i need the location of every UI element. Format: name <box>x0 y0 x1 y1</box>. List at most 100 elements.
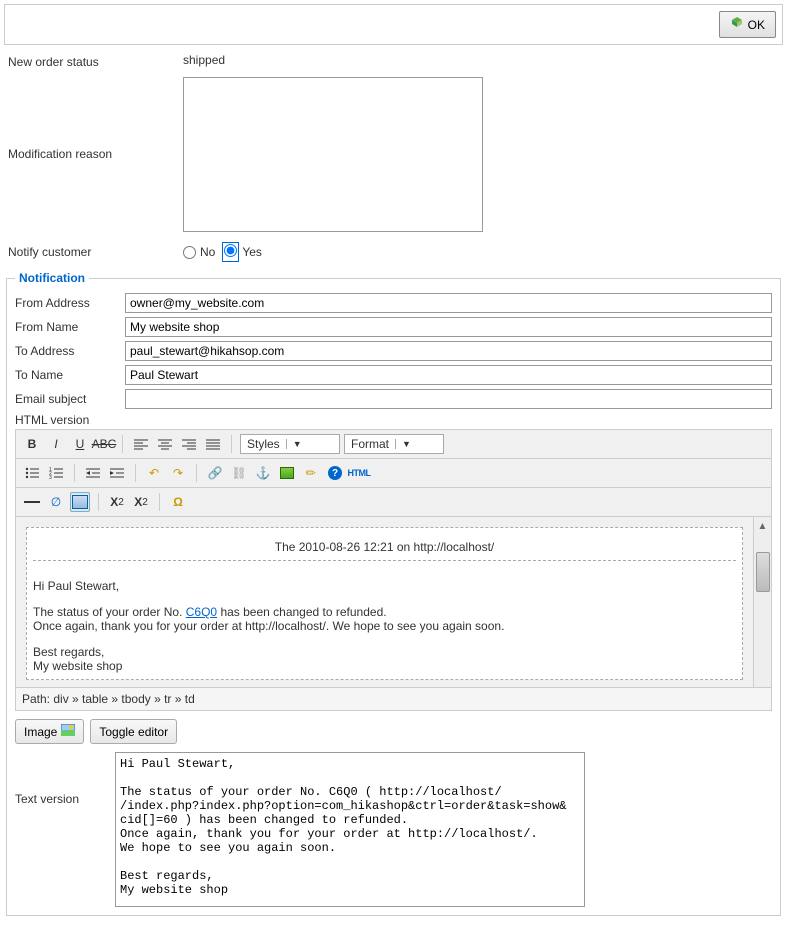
unlink-button[interactable]: ⛓ <box>229 463 249 483</box>
scroll-up-icon: ▲ <box>758 521 768 532</box>
horizontal-rule-button[interactable] <box>22 492 42 512</box>
label-from-name: From Name <box>15 320 125 334</box>
svg-text:3: 3 <box>49 475 52 479</box>
subscript-button[interactable]: X2 <box>107 492 127 512</box>
editor-toolbar-2: 123 ↶ ↷ 🔗 ⛓ ⚓ ✎ ? HTML <box>16 459 771 488</box>
bullet-list-button[interactable] <box>22 463 42 483</box>
editor-action-buttons: Image Toggle editor <box>15 711 772 752</box>
row-text-version: Text version <box>15 752 772 907</box>
outdent-button[interactable] <box>83 463 103 483</box>
radio-no-wrap: No <box>183 245 215 259</box>
underline-button[interactable]: U <box>70 434 90 454</box>
separator <box>159 493 160 511</box>
help-button[interactable]: ? <box>325 463 345 483</box>
top-toolbar: OK <box>4 4 783 45</box>
email-greeting: Hi Paul Stewart, <box>33 579 736 593</box>
ok-icon <box>730 16 744 33</box>
email-regards: Best regards, <box>33 645 736 659</box>
text-version-textarea[interactable] <box>115 752 585 907</box>
email-header-date: The 2010-08-26 12:21 on http://localhost… <box>33 534 736 561</box>
separator <box>135 464 136 482</box>
scroll-thumb[interactable] <box>756 552 770 592</box>
editor-path: Path: div » table » tbody » tr » td <box>16 687 771 710</box>
order-link[interactable]: C6Q0 <box>186 605 217 619</box>
label-from-address: From Address <box>15 296 125 310</box>
table-icon <box>72 495 88 509</box>
email-line-2: Once again, thank you for your order at … <box>33 619 736 633</box>
editor-toolbar-1: B I U ABC Styles ▼ Format <box>16 430 771 459</box>
insert-table-button[interactable] <box>70 492 90 512</box>
italic-button[interactable]: I <box>46 434 66 454</box>
input-to-name[interactable] <box>125 365 772 385</box>
value-new-order-status: shipped <box>183 53 779 67</box>
label-to-address: To Address <box>15 344 125 358</box>
editor-toolbar-3: ∅ X2 X2 Ω <box>16 488 771 517</box>
label-text-version: Text version <box>15 752 115 806</box>
styles-dropdown-label: Styles <box>241 437 286 451</box>
align-right-button[interactable] <box>179 434 199 454</box>
separator <box>196 464 197 482</box>
numbered-list-button[interactable]: 123 <box>46 463 66 483</box>
modification-reason-textarea[interactable] <box>183 77 483 232</box>
input-email-subject[interactable] <box>125 389 772 409</box>
remove-format-button[interactable]: ∅ <box>46 492 66 512</box>
notification-fieldset: Notification From Address From Name To A… <box>6 271 781 916</box>
toggle-button-label: Toggle editor <box>99 725 168 739</box>
ok-button[interactable]: OK <box>719 11 776 38</box>
editor-content-area: The 2010-08-26 12:21 on http://localhost… <box>16 517 771 687</box>
help-icon: ? <box>328 466 342 480</box>
toggle-editor-button[interactable]: Toggle editor <box>90 719 177 744</box>
strikethrough-button[interactable]: ABC <box>94 434 114 454</box>
separator <box>122 435 123 453</box>
editor-content-body[interactable]: The 2010-08-26 12:21 on http://localhost… <box>16 517 753 687</box>
image-icon <box>61 724 75 739</box>
superscript-button[interactable]: X2 <box>131 492 151 512</box>
input-to-address[interactable] <box>125 341 772 361</box>
anchor-button[interactable]: ⚓ <box>253 463 273 483</box>
email-signature: My website shop <box>33 659 736 673</box>
label-to-name: To Name <box>15 368 125 382</box>
image-icon <box>280 467 294 479</box>
align-center-button[interactable] <box>155 434 175 454</box>
separator <box>98 493 99 511</box>
radio-yes-label: Yes <box>242 245 262 259</box>
align-left-button[interactable] <box>131 434 151 454</box>
separator <box>231 435 232 453</box>
radio-yes-wrap: Yes <box>223 243 262 261</box>
radio-yes[interactable] <box>224 244 237 257</box>
image-button-label: Image <box>24 725 57 739</box>
redo-button[interactable]: ↷ <box>168 463 188 483</box>
separator <box>74 464 75 482</box>
row-modification-reason: Modification reason <box>0 73 787 239</box>
html-editor: B I U ABC Styles ▼ Format <box>15 429 772 711</box>
format-dropdown-label: Format <box>345 437 395 451</box>
label-modification-reason: Modification reason <box>8 77 183 161</box>
html-icon: HTML <box>348 468 371 478</box>
editor-scrollbar[interactable]: ▲ <box>753 517 771 687</box>
chevron-down-icon: ▼ <box>286 439 300 449</box>
chevron-down-icon: ▼ <box>395 439 409 449</box>
radio-no[interactable] <box>183 246 196 259</box>
cleanup-button[interactable]: ✎ <box>297 459 325 487</box>
image-button[interactable] <box>277 463 297 483</box>
label-html-version: HTML version <box>15 413 772 427</box>
row-notify-customer: Notify customer No Yes <box>0 239 787 265</box>
styles-dropdown[interactable]: Styles ▼ <box>240 434 340 454</box>
format-dropdown[interactable]: Format ▼ <box>344 434 444 454</box>
align-justify-button[interactable] <box>203 434 223 454</box>
row-new-order-status: New order status shipped <box>0 49 787 73</box>
indent-button[interactable] <box>107 463 127 483</box>
label-notify-customer: Notify customer <box>8 243 183 259</box>
label-email-subject: Email subject <box>15 392 125 406</box>
input-from-address[interactable] <box>125 293 772 313</box>
hr-icon <box>24 501 40 503</box>
input-from-name[interactable] <box>125 317 772 337</box>
link-button[interactable]: 🔗 <box>205 463 225 483</box>
insert-image-button[interactable]: Image <box>15 719 84 744</box>
bold-button[interactable]: B <box>22 434 42 454</box>
special-char-button[interactable]: Ω <box>168 492 188 512</box>
html-source-button[interactable]: HTML <box>349 463 369 483</box>
label-new-order-status: New order status <box>8 53 183 69</box>
undo-button[interactable]: ↶ <box>144 463 164 483</box>
notification-legend: Notification <box>15 271 89 285</box>
